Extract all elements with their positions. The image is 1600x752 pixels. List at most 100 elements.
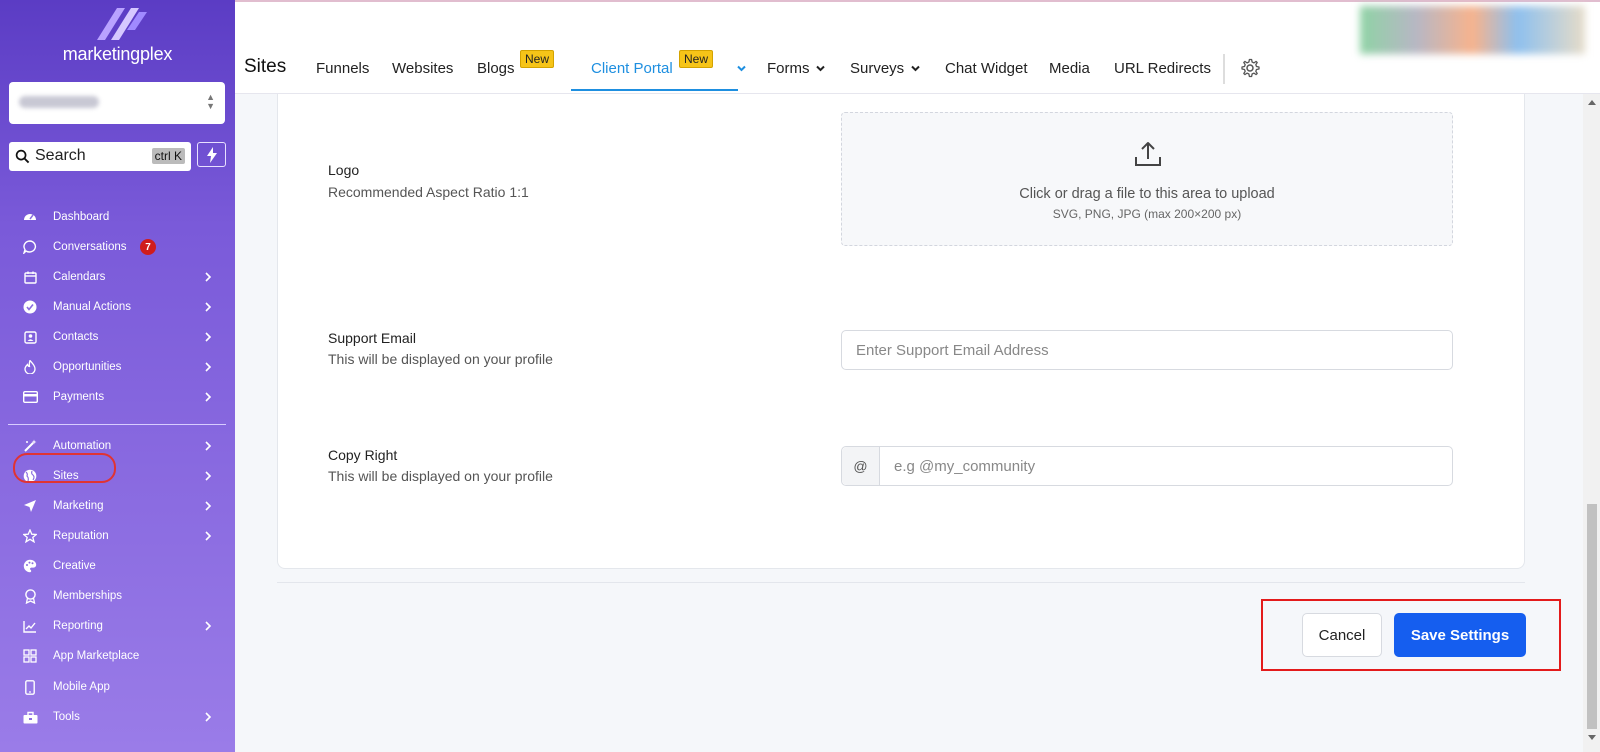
new-badge: New bbox=[520, 50, 555, 68]
logo-upload-dropzone[interactable]: Click or drag a file to this area to upl… bbox=[841, 112, 1453, 246]
sidebar-item-label: App Marketplace bbox=[53, 650, 140, 662]
phone-icon bbox=[22, 679, 38, 695]
card-icon bbox=[22, 389, 38, 405]
chevron-right-icon bbox=[205, 302, 212, 312]
tab-forms[interactable]: Forms bbox=[767, 60, 810, 77]
sidebar-item-label: Contacts bbox=[53, 331, 99, 343]
sidebar-item-reporting[interactable]: Reporting bbox=[0, 611, 235, 641]
brand-logo[interactable]: marketingplex bbox=[0, 4, 235, 65]
flame-icon bbox=[22, 359, 38, 375]
chevron-right-icon bbox=[205, 501, 212, 511]
copyright-placeholder: e.g @my_community bbox=[894, 458, 1036, 475]
logo-title: Logo bbox=[328, 162, 360, 178]
tab-surveys[interactable]: Surveys bbox=[850, 60, 904, 77]
buttons-highlight-annotation bbox=[1261, 599, 1561, 671]
search-shortcut: ctrl K bbox=[151, 148, 185, 164]
sidebar-item-mobile-app[interactable]: Mobile App bbox=[0, 672, 235, 702]
brand-name: marketingplex bbox=[62, 44, 173, 64]
award-icon bbox=[22, 588, 38, 604]
upload-icon bbox=[1135, 142, 1161, 166]
toolbox-icon bbox=[22, 709, 38, 725]
settings-card: Logo Recommended Aspect Ratio 1:1 Click … bbox=[277, 94, 1525, 569]
sidebar-item-contacts[interactable]: Contacts bbox=[0, 322, 235, 352]
support-email-subtitle: This will be displayed on your profile bbox=[328, 351, 553, 367]
top-accent-line bbox=[235, 0, 1600, 2]
page-title: Sites bbox=[244, 56, 287, 77]
sidebar-item-label: Dashboard bbox=[53, 211, 110, 223]
chevron-right-icon bbox=[205, 712, 212, 722]
tab-separator bbox=[1223, 54, 1225, 84]
check-circle-icon bbox=[22, 299, 38, 315]
sidebar-item-payments[interactable]: Payments bbox=[0, 382, 235, 412]
sidebar-item-manual-actions[interactable]: Manual Actions bbox=[0, 292, 235, 322]
chevron-right-icon bbox=[205, 471, 212, 481]
tab-chat-widget[interactable]: Chat Widget bbox=[945, 60, 1028, 77]
sidebar-item-label: Automation bbox=[53, 440, 112, 452]
sidebar-item-opportunities[interactable]: Opportunities bbox=[0, 352, 235, 382]
tab-client-portal[interactable]: Client Portal bbox=[591, 60, 673, 77]
sidebar-item-label: Calendars bbox=[53, 271, 106, 283]
sidebar-item-tools[interactable]: Tools bbox=[0, 702, 235, 732]
chevron-right-icon bbox=[205, 441, 212, 451]
copyright-title: Copy Right bbox=[328, 447, 398, 463]
sidebar-item-conversations[interactable]: Conversations 7 bbox=[0, 232, 235, 262]
brand-logo-icon bbox=[96, 8, 147, 40]
send-icon bbox=[22, 498, 38, 514]
unread-count-badge: 7 bbox=[140, 239, 156, 255]
chevron-right-icon bbox=[205, 272, 212, 282]
sidebar-item-label: Tools bbox=[53, 711, 80, 723]
account-name-redacted bbox=[19, 96, 99, 108]
tab-url-redirects[interactable]: URL Redirects bbox=[1114, 60, 1211, 77]
sidebar-item-dashboard[interactable]: Dashboard bbox=[0, 202, 235, 232]
tab-websites[interactable]: Websites bbox=[392, 60, 453, 77]
sidebar-item-label: Manual Actions bbox=[53, 301, 131, 313]
main-content: Logo Recommended Aspect Ratio 1:1 Click … bbox=[235, 94, 1583, 752]
sidebar-item-label: Reputation bbox=[53, 530, 109, 542]
sidebar-item-app-marketplace[interactable]: App Marketplace bbox=[0, 641, 235, 671]
sidebar-item-reputation[interactable]: Reputation bbox=[0, 521, 235, 551]
chevron-down-icon[interactable] bbox=[815, 63, 826, 74]
scroll-up-arrow-icon[interactable] bbox=[1588, 100, 1596, 105]
page-scrollbar[interactable] bbox=[1583, 94, 1600, 752]
sidebar-item-creative[interactable]: Creative bbox=[0, 551, 235, 581]
sidebar-item-label: Marketing bbox=[53, 500, 104, 512]
sidebar-item-label: Payments bbox=[53, 391, 105, 403]
contacts-icon bbox=[22, 329, 38, 345]
scrollbar-thumb[interactable] bbox=[1587, 504, 1597, 729]
user-profile-redacted[interactable] bbox=[1360, 6, 1585, 54]
search-button[interactable]: Search ctrl K bbox=[9, 142, 191, 171]
chevron-right-icon bbox=[205, 531, 212, 541]
upload-instructions: Click or drag a file to this area to upl… bbox=[1019, 186, 1275, 202]
at-prefix: @ bbox=[842, 447, 880, 485]
account-switcher[interactable]: ▲ ▼ bbox=[9, 82, 225, 124]
sidebar-divider bbox=[8, 424, 226, 425]
tab-blogs[interactable]: Blogs bbox=[477, 60, 515, 77]
tab-media[interactable]: Media bbox=[1049, 60, 1090, 77]
chevron-right-icon bbox=[205, 332, 212, 342]
calendar-icon bbox=[22, 269, 38, 285]
sidebar-item-marketing[interactable]: Marketing bbox=[0, 491, 235, 521]
chart-icon bbox=[22, 618, 38, 634]
sidebar-item-label: Mobile App bbox=[53, 681, 110, 693]
wand-icon bbox=[22, 438, 38, 454]
chevron-right-icon bbox=[205, 362, 212, 372]
chevron-right-icon bbox=[205, 392, 212, 402]
sidebar-item-calendars[interactable]: Calendars bbox=[0, 262, 235, 292]
sites-highlight-annotation bbox=[13, 453, 116, 483]
logo-subtitle: Recommended Aspect Ratio 1:1 bbox=[328, 184, 529, 200]
quick-actions-button[interactable] bbox=[197, 142, 226, 167]
copyright-input[interactable]: @ e.g @my_community bbox=[841, 446, 1453, 486]
chevron-down-icon[interactable] bbox=[910, 63, 921, 74]
active-tab-indicator bbox=[571, 89, 738, 91]
copyright-subtitle: This will be displayed on your profile bbox=[328, 468, 553, 484]
tab-funnels[interactable]: Funnels bbox=[316, 60, 369, 77]
sidebar-item-label: Reporting bbox=[53, 620, 103, 632]
sidebar-item-label: Opportunities bbox=[53, 361, 122, 373]
sidebar-item-memberships[interactable]: Memberships bbox=[0, 581, 235, 611]
gear-icon[interactable] bbox=[1240, 58, 1260, 78]
support-email-input[interactable]: Enter Support Email Address bbox=[841, 330, 1453, 370]
sidebar-item-label: Creative bbox=[53, 560, 96, 572]
chevron-down-icon[interactable] bbox=[736, 63, 747, 74]
footer-divider bbox=[277, 582, 1525, 583]
scroll-down-arrow-icon[interactable] bbox=[1588, 735, 1596, 740]
